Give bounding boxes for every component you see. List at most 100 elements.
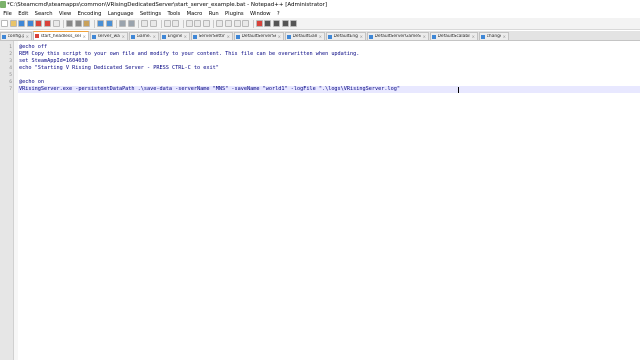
file-saved-state-icon	[328, 34, 332, 39]
tab-close-icon[interactable]: ×	[472, 34, 475, 39]
line-number-gutter: 1 2 3 4 5 6 7	[0, 41, 14, 360]
menu-view[interactable]: View	[56, 11, 75, 17]
file-tab[interactable]: server_wall.cfg×	[90, 32, 128, 40]
stop-macro-icon[interactable]	[264, 20, 272, 27]
file-tab[interactable]: DefaultGame.ini×	[285, 32, 325, 40]
toolbar	[0, 18, 640, 30]
editor-area[interactable]: 1 2 3 4 5 6 7 @echo off REM Copy this script to…	[0, 41, 640, 360]
menu-help[interactable]: ?	[274, 11, 283, 17]
word-wrap-icon[interactable]	[185, 20, 193, 27]
file-saved-state-icon	[92, 34, 96, 39]
tab-close-icon[interactable]: ×	[319, 34, 322, 39]
sync-vertical-icon[interactable]	[163, 20, 171, 27]
file-tab[interactable]: Game.ini×	[129, 32, 159, 40]
open-file-icon[interactable]	[9, 20, 17, 27]
menu-window[interactable]: Window	[247, 11, 274, 17]
file-tab[interactable]: ServerSettings.ini×	[191, 32, 233, 40]
tab-label: DefaultEngine.ini	[333, 34, 359, 39]
tab-close-icon[interactable]: ×	[360, 34, 363, 39]
code-line[interactable]: @echo on	[19, 79, 44, 86]
menu-language[interactable]: Language	[105, 11, 137, 17]
play-macro-icon[interactable]	[273, 20, 281, 27]
function-list-icon[interactable]	[233, 20, 241, 27]
file-tab[interactable]: Engine.ini×	[160, 32, 190, 40]
line-number: 5	[9, 73, 12, 78]
title-bar: *C:\Steamcmd\steamapps\common\VRisingDed…	[0, 0, 640, 10]
tab-label: changelog.txt	[486, 34, 502, 39]
menu-file[interactable]: File	[0, 11, 15, 17]
file-tab[interactable]: DefaultServerSettings.ini×	[234, 32, 284, 40]
tab-label: DefaultServerSettings.ini	[241, 34, 277, 39]
sync-horizontal-icon[interactable]	[172, 20, 180, 27]
tab-close-icon[interactable]: ×	[26, 34, 29, 39]
tab-label: DefaultServerGameSettings.ini	[374, 34, 422, 39]
close-all-icon[interactable]	[43, 20, 51, 27]
cut-icon[interactable]	[66, 20, 74, 27]
undo-icon[interactable]	[96, 20, 104, 27]
code-line[interactable]: echo "Starting V Rising Dedicated Server…	[19, 65, 219, 72]
document-map-icon[interactable]	[225, 20, 233, 27]
file-saved-state-icon	[369, 34, 373, 39]
tab-label: Engine.ini	[167, 34, 183, 39]
show-all-chars-icon[interactable]	[194, 20, 202, 27]
save-macro-icon[interactable]	[290, 20, 298, 27]
replace-icon[interactable]	[127, 20, 135, 27]
file-tab[interactable]: changelog.txt×	[479, 32, 509, 40]
tab-close-icon[interactable]: ×	[83, 34, 86, 39]
menu-tools[interactable]: Tools	[164, 11, 183, 17]
file-tab[interactable]: DefaultScalability.ini×	[430, 32, 478, 40]
code-line[interactable]: @echo off	[19, 44, 47, 51]
find-icon[interactable]	[119, 20, 127, 27]
language-icon[interactable]	[216, 20, 224, 27]
line-number: 1	[9, 45, 12, 50]
tab-close-icon[interactable]: ×	[122, 34, 125, 39]
indent-guide-icon[interactable]	[202, 20, 210, 27]
redo-icon[interactable]	[105, 20, 113, 27]
record-macro-icon[interactable]	[255, 20, 263, 27]
folder-workspace-icon[interactable]	[242, 20, 250, 27]
menu-plugins[interactable]: Plugins	[222, 11, 247, 17]
copy-icon[interactable]	[74, 20, 82, 27]
file-tab[interactable]: DefaultEngine.ini×	[326, 32, 366, 40]
menu-encoding[interactable]: Encoding	[74, 11, 104, 17]
tab-close-icon[interactable]: ×	[153, 34, 156, 39]
tab-label: DefaultGame.ini	[292, 34, 318, 39]
tab-close-icon[interactable]: ×	[278, 34, 281, 39]
file-tab[interactable]: start_headless_server.bat×	[33, 31, 89, 40]
file-saved-state-icon	[35, 34, 39, 38]
close-icon[interactable]	[35, 20, 43, 27]
file-saved-state-icon	[131, 34, 135, 39]
menu-edit[interactable]: Edit	[15, 11, 31, 17]
toolbar-separator	[252, 19, 254, 28]
line-number: 6	[9, 80, 12, 85]
zoom-in-icon[interactable]	[141, 20, 149, 27]
tab-label: server_wall.cfg	[97, 34, 121, 39]
tab-close-icon[interactable]: ×	[227, 34, 230, 39]
menu-search[interactable]: Search	[31, 11, 55, 17]
tab-label: ServerSettings.ini	[198, 34, 226, 39]
print-icon[interactable]	[52, 20, 60, 27]
toolbar-separator	[63, 19, 65, 28]
code-line[interactable]: set SteamAppId=1604030	[19, 58, 88, 65]
code-line[interactable]: VRisingServer.exe -persistentDataPath .\…	[19, 86, 400, 93]
tab-bar: config.ps×start_headless_server.bat×serv…	[0, 31, 640, 41]
file-saved-state-icon	[236, 34, 240, 39]
line-number: 4	[9, 66, 12, 71]
tab-close-icon[interactable]: ×	[503, 34, 506, 39]
save-icon[interactable]	[18, 20, 26, 27]
file-tab[interactable]: config.ps×	[0, 32, 32, 40]
tab-close-icon[interactable]: ×	[423, 34, 426, 39]
paste-icon[interactable]	[83, 20, 91, 27]
code-line[interactable]: REM Copy this script to your own file an…	[19, 51, 359, 58]
zoom-out-icon[interactable]	[149, 20, 157, 27]
menu-run[interactable]: Run	[206, 11, 222, 17]
run-macro-multiple-icon[interactable]	[281, 20, 289, 27]
tab-close-icon[interactable]: ×	[184, 34, 187, 39]
file-tab[interactable]: DefaultServerGameSettings.ini×	[367, 32, 429, 40]
menu-settings[interactable]: Settings	[137, 11, 165, 17]
toolbar-separator	[116, 19, 118, 28]
file-saved-state-icon	[481, 34, 485, 39]
menu-macro[interactable]: Macro	[183, 11, 205, 17]
new-file-icon[interactable]	[1, 20, 8, 27]
save-all-icon[interactable]	[26, 20, 34, 27]
